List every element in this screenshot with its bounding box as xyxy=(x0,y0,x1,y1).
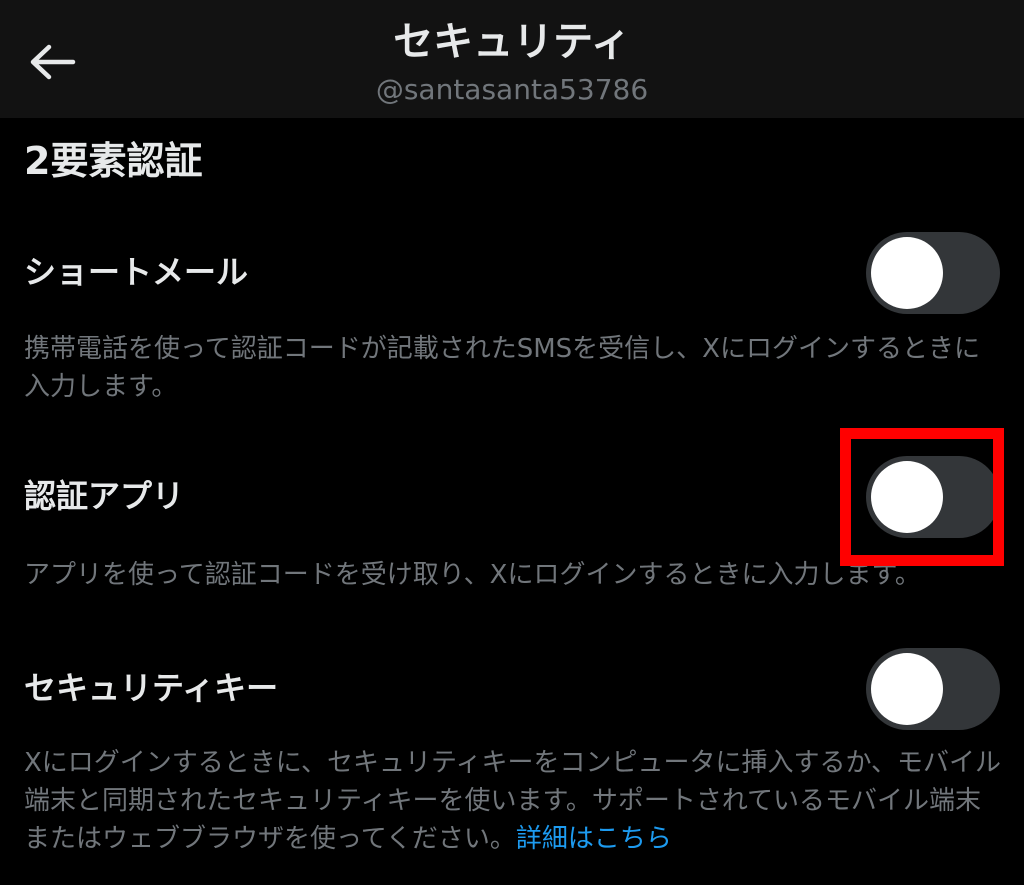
option-label-security-key: セキュリティキー xyxy=(24,669,279,707)
option-description-sms: 携帯電話を使って認証コードが記載されたSMSを受信し、Xにログインするときに入力… xyxy=(24,334,980,402)
option-label-auth-app: 認証アプリ xyxy=(24,477,185,515)
learn-more-link[interactable]: 詳細はこちら xyxy=(516,824,672,854)
option-label-sms: ショートメール xyxy=(24,253,249,291)
option-description-security-key: Xにログインするときに、セキュリティキーをコンピュータに挿入するか、モバイル端末… xyxy=(24,744,1004,858)
toggle-knob xyxy=(871,653,943,725)
header-bar: セキュリティ @santasanta53786 xyxy=(0,0,1024,118)
account-handle: @santasanta53786 xyxy=(375,73,649,106)
toggle-knob xyxy=(871,237,943,309)
section-heading-2fa: 2要素認証 xyxy=(24,139,203,183)
toggle-security-key[interactable] xyxy=(866,648,1000,730)
page-title: セキュリティ xyxy=(393,19,631,65)
description-text: Xにログインするときに、セキュリティキーをコンピュータに挿入するか、モバイル端末… xyxy=(24,748,1001,854)
option-description-auth-app: アプリを使って認証コードを受け取り、Xにログインするときに入力します。 xyxy=(24,560,921,590)
toggle-sms[interactable] xyxy=(866,232,1000,314)
toggle-auth-app[interactable] xyxy=(866,456,1000,538)
toggle-knob xyxy=(871,461,943,533)
